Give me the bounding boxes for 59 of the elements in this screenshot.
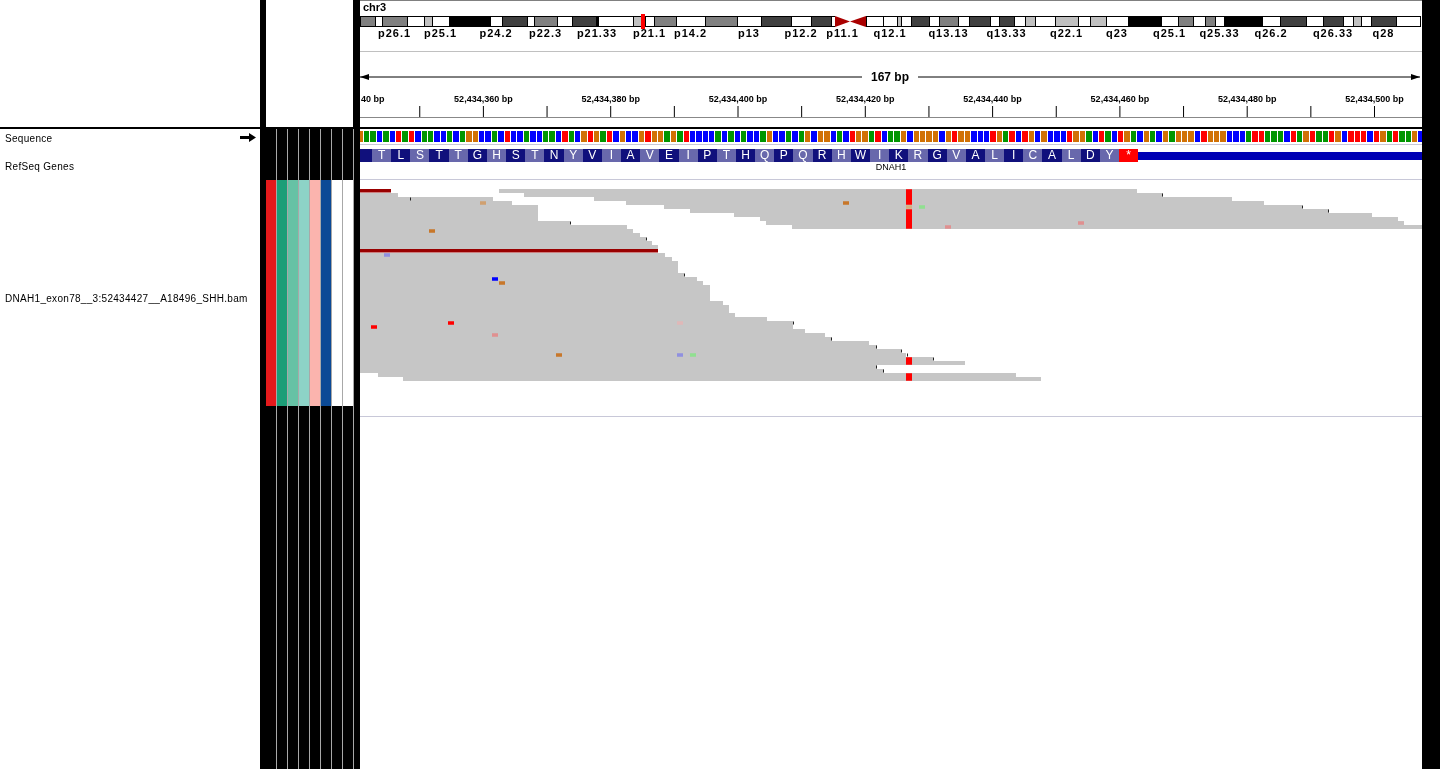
amino-acid: Q	[755, 149, 775, 162]
amino-acid: V	[640, 149, 660, 162]
amino-acid: I	[870, 149, 890, 162]
track-name[interactable]: Sequence	[5, 133, 53, 145]
band-label: q13.33	[986, 27, 1027, 39]
band-label: q23	[1106, 27, 1128, 39]
strand-arrow-icon[interactable]	[240, 133, 256, 142]
amino-acid: S	[506, 149, 526, 162]
amino-acid: I	[1004, 149, 1024, 162]
ruler-tick-label: 52,434,400 bp	[708, 95, 768, 104]
track-name[interactable]: RefSeq Genes	[5, 161, 75, 172]
amino-acid: P	[774, 149, 794, 162]
ruler-tick-label: 52,434,420 bp	[836, 95, 895, 104]
gene-name: DNAH1	[875, 162, 907, 172]
band-label: q26.2	[1254, 27, 1288, 39]
band-label: q13.13	[928, 27, 969, 39]
ruler-span-label: 167 bp	[870, 70, 910, 84]
amino-acid: L	[985, 149, 1005, 162]
band-label: p22.3	[528, 27, 563, 39]
ruler-tick-label: 52,434,380 bp	[581, 95, 640, 104]
band-label: p21.33	[576, 27, 618, 39]
amino-acid: R	[908, 149, 928, 162]
partial-codon	[360, 149, 372, 162]
amino-acid: T	[372, 149, 392, 162]
amino-acid: Q	[793, 149, 813, 162]
amino-acid: A	[621, 149, 641, 162]
band-label: p13	[738, 27, 760, 39]
band-label: p12.2	[784, 27, 818, 39]
amino-acid: E	[659, 149, 679, 162]
ruler-tick-label: 52,434,440 bp	[963, 95, 1022, 104]
ruler-tick-label: 52,434,360 bp	[454, 95, 513, 104]
right-arrow-icon	[918, 73, 1420, 81]
band-label: p25.1	[423, 27, 458, 39]
amino-acid: T	[429, 149, 449, 162]
band-label: p21.1	[632, 27, 667, 39]
chromosome-name: chr3	[363, 1, 387, 13]
ruler-tick-label: 52,434,500 bp	[1345, 95, 1404, 104]
ruler-tick-label: 40 bp	[361, 95, 385, 104]
ruler-tick-label: 52,434,460 bp	[1090, 95, 1150, 104]
band-label: q22.1	[1049, 27, 1084, 39]
band-label: q25.33	[1199, 27, 1240, 39]
amino-acid: L	[391, 149, 411, 162]
amino-acid: C	[1023, 149, 1043, 162]
band-label: p14.2	[673, 27, 708, 39]
band-label: q25.1	[1152, 27, 1187, 39]
amino-acid: K	[889, 149, 909, 162]
band-label: q12.1	[873, 27, 907, 39]
amino-acid: N	[544, 149, 564, 162]
band-label: p26.1	[377, 27, 412, 39]
amino-acid: T	[525, 149, 545, 162]
band-label: p11.1	[826, 27, 859, 39]
amino-acid: A	[1042, 149, 1062, 162]
stop-codon: *	[1119, 149, 1139, 162]
ruler-tick-label: 52,434,480 bp	[1217, 95, 1277, 104]
amino-acid: S	[410, 149, 430, 162]
band-label: q26.33	[1312, 27, 1354, 39]
band-label: q28	[1372, 27, 1395, 39]
band-label: p24.2	[479, 27, 513, 39]
track-name[interactable]: DNAH1_exon78__3:52434427__A18496_SHH.bam	[5, 293, 248, 304]
